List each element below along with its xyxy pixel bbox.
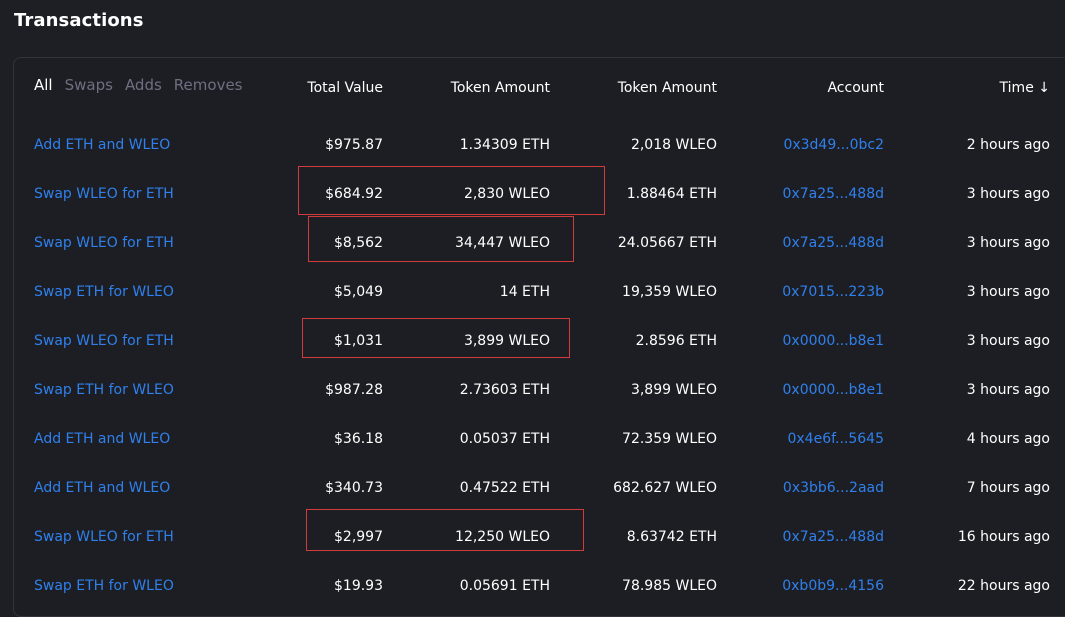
row-total-value: $36.18 — [334, 431, 383, 447]
row-token-amount-2: 78.985 WLEO — [622, 578, 717, 594]
row-action-link[interactable]: Swap WLEO for ETH — [34, 235, 174, 251]
filter-tabs: All Swaps Adds Removes — [34, 76, 254, 94]
row-action-link[interactable]: Swap WLEO for ETH — [34, 529, 174, 545]
row-token-amount-2: 24.05667 ETH — [617, 235, 717, 251]
row-action-link[interactable]: Swap WLEO for ETH — [34, 333, 174, 349]
row-time: 22 hours ago — [957, 578, 1050, 594]
row-token-amount-1: 3,899 WLEO — [463, 333, 550, 349]
row-total-value: $987.28 — [325, 382, 383, 398]
row-action-link[interactable]: Swap ETH for WLEO — [34, 578, 174, 594]
row-total-value: $975.87 — [325, 137, 383, 153]
header-total-value[interactable]: Total Value — [307, 80, 383, 96]
row-token-amount-2: 8.63742 ETH — [626, 529, 717, 545]
row-token-amount-1: 12,250 WLEO — [455, 529, 550, 545]
row-account-link[interactable]: 0x7a25...488d — [783, 235, 884, 251]
row-total-value: $8,562 — [334, 235, 383, 251]
row-token-amount-1: 0.05037 ETH — [459, 431, 550, 447]
row-token-amount-2: 1.88464 ETH — [626, 186, 717, 202]
row-token-amount-2: 3,899 WLEO — [630, 382, 717, 398]
row-token-amount-1: 34,447 WLEO — [455, 235, 550, 251]
row-token-amount-2: 72.359 WLEO — [622, 431, 717, 447]
row-account-link[interactable]: 0x3bb6...2aad — [783, 480, 884, 496]
row-time: 3 hours ago — [966, 333, 1050, 349]
row-total-value: $1,031 — [334, 333, 383, 349]
row-action-link[interactable]: Add ETH and WLEO — [34, 480, 170, 496]
row-token-amount-1: 2,830 WLEO — [463, 186, 550, 202]
filter-all[interactable]: All — [34, 76, 53, 94]
row-account-link[interactable]: 0x3d49...0bc2 — [783, 137, 884, 153]
row-total-value: $684.92 — [325, 186, 383, 202]
row-token-amount-2: 19,359 WLEO — [622, 284, 717, 300]
header-token-amount-2[interactable]: Token Amount — [618, 80, 717, 96]
row-time: 2 hours ago — [966, 137, 1050, 153]
row-token-amount-1: 14 ETH — [499, 284, 550, 300]
row-account-link[interactable]: 0x7a25...488d — [783, 529, 884, 545]
row-token-amount-2: 2.8596 ETH — [635, 333, 717, 349]
row-total-value: $340.73 — [325, 480, 383, 496]
row-account-link[interactable]: 0x4e6f...5645 — [787, 431, 884, 447]
row-action-link[interactable]: Swap ETH for WLEO — [34, 382, 174, 398]
row-token-amount-1: 0.47522 ETH — [459, 480, 550, 496]
row-action-link[interactable]: Swap WLEO for ETH — [34, 186, 174, 202]
row-action-link[interactable]: Add ETH and WLEO — [34, 431, 170, 447]
row-time: 3 hours ago — [966, 382, 1050, 398]
row-account-link[interactable]: 0xb0b9...4156 — [782, 578, 884, 594]
row-account-link[interactable]: 0x0000...b8e1 — [783, 333, 885, 349]
header-account[interactable]: Account — [827, 80, 884, 96]
row-time: 3 hours ago — [966, 235, 1050, 251]
row-token-amount-1: 2.73603 ETH — [459, 382, 550, 398]
row-action-link[interactable]: Add ETH and WLEO — [34, 137, 170, 153]
row-time: 3 hours ago — [966, 186, 1050, 202]
row-account-link[interactable]: 0x7a25...488d — [783, 186, 884, 202]
transactions-card: All Swaps Adds Removes Total Value Token… — [13, 57, 1065, 617]
filter-removes[interactable]: Removes — [174, 76, 243, 94]
filter-swaps[interactable]: Swaps — [65, 76, 113, 94]
row-token-amount-2: 2,018 WLEO — [630, 137, 717, 153]
row-time: 3 hours ago — [966, 284, 1050, 300]
filter-adds[interactable]: Adds — [125, 76, 162, 94]
row-time: 16 hours ago — [957, 529, 1050, 545]
row-time: 7 hours ago — [966, 480, 1050, 496]
row-action-link[interactable]: Swap ETH for WLEO — [34, 284, 174, 300]
row-total-value: $2,997 — [334, 529, 383, 545]
header-time[interactable]: Time ↓ — [1000, 80, 1050, 96]
row-account-link[interactable]: 0x7015...223b — [782, 284, 884, 300]
header-token-amount-1[interactable]: Token Amount — [451, 80, 550, 96]
row-token-amount-2: 682.627 WLEO — [613, 480, 717, 496]
row-token-amount-1: 1.34309 ETH — [459, 137, 550, 153]
page-title: Transactions — [14, 10, 144, 31]
row-token-amount-1: 0.05691 ETH — [459, 578, 550, 594]
row-account-link[interactable]: 0x0000...b8e1 — [783, 382, 885, 398]
row-total-value: $19.93 — [334, 578, 383, 594]
row-total-value: $5,049 — [334, 284, 383, 300]
row-time: 4 hours ago — [966, 431, 1050, 447]
